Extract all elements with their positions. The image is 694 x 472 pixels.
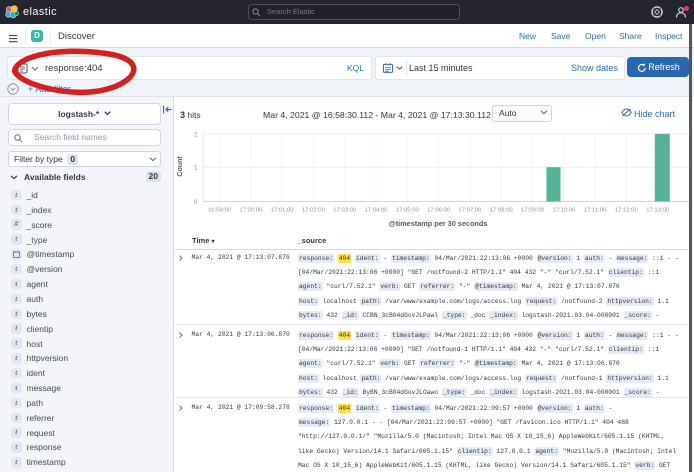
svg-text:2: 2 (194, 131, 198, 138)
svg-text:16:59:00: 16:59:00 (208, 208, 232, 214)
svg-text:17:12:00: 17:12:00 (615, 208, 639, 214)
svg-text:17:08:00: 17:08:00 (490, 208, 514, 214)
svg-text:@timestamp per 30 seconds: @timestamp per 30 seconds (389, 219, 488, 228)
svg-text:17:02:00: 17:02:00 (302, 208, 326, 214)
svg-text:17:03:00: 17:03:00 (333, 208, 357, 214)
svg-text:1: 1 (194, 165, 198, 172)
svg-text:17:06:00: 17:06:00 (427, 208, 451, 214)
svg-text:17:05:00: 17:05:00 (396, 208, 420, 214)
svg-text:17:01:00: 17:01:00 (271, 208, 295, 214)
svg-text:Count: Count (177, 156, 184, 177)
svg-text:17:04:00: 17:04:00 (365, 208, 389, 214)
svg-text:17:07:00: 17:07:00 (458, 208, 482, 214)
svg-text:17:00:00: 17:00:00 (239, 208, 263, 214)
svg-text:17:10:00: 17:10:00 (552, 208, 576, 214)
svg-text:17:13:00: 17:13:00 (646, 208, 670, 214)
svg-text:0: 0 (194, 199, 198, 206)
svg-text:17:11:00: 17:11:00 (584, 208, 607, 214)
svg-text:17:09:00: 17:09:00 (521, 208, 545, 214)
